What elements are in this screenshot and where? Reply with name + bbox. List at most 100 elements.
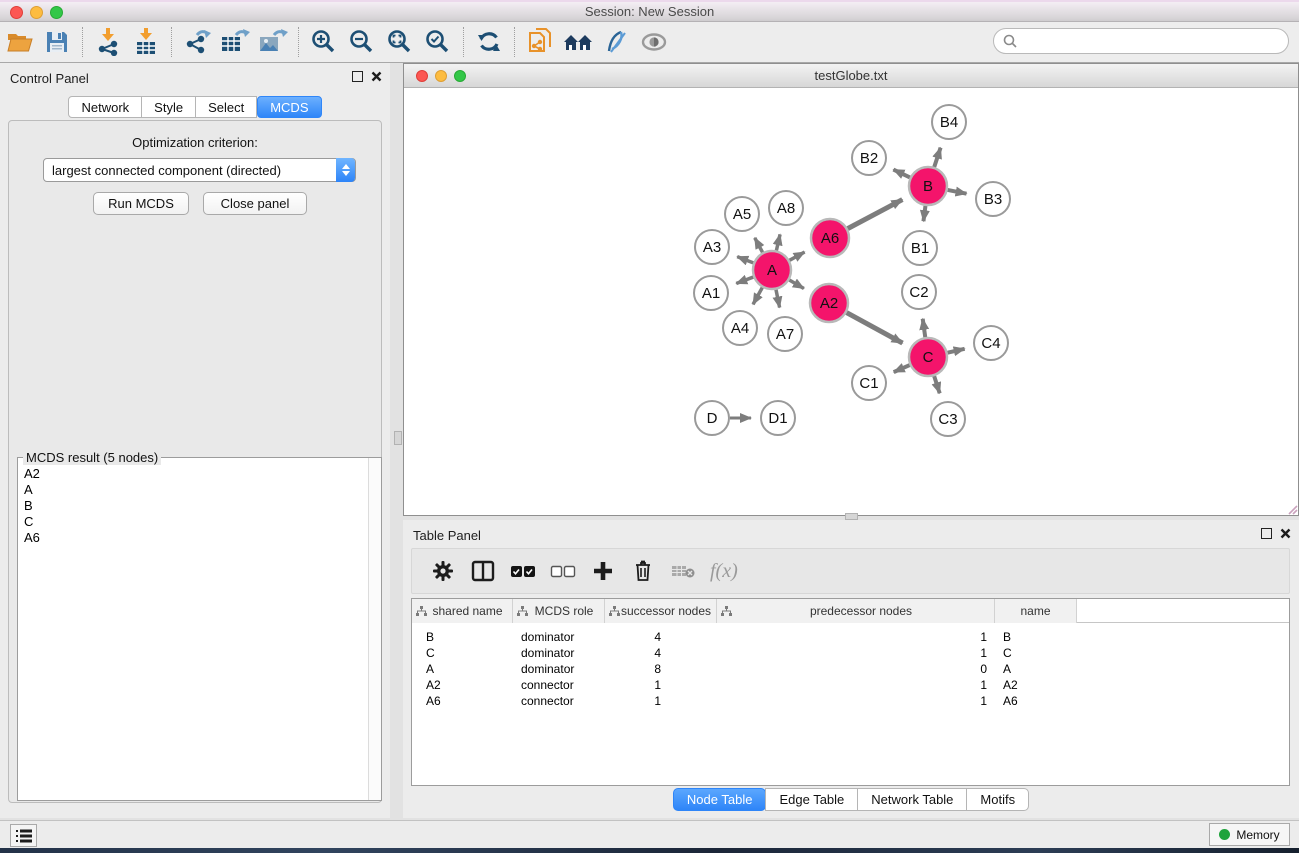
cell-name[interactable]: C [995, 645, 1077, 661]
import-table-icon[interactable] [127, 25, 165, 59]
node-C4[interactable]: C4 [974, 326, 1008, 360]
edge-C-C3[interactable] [934, 376, 940, 393]
copy-network-icon[interactable] [521, 25, 559, 59]
node-C1[interactable]: C1 [852, 366, 886, 400]
export-image-icon[interactable] [254, 25, 292, 59]
cell-mcds-role[interactable]: connector [513, 677, 605, 693]
cell-successor-nodes[interactable]: 4 [605, 645, 717, 661]
cell-shared-name[interactable]: A6 [412, 693, 513, 709]
column-visibility-icon[interactable] [470, 560, 496, 582]
column-header-successor-nodes[interactable]: successor nodes [605, 599, 717, 623]
float-panel-icon[interactable] [352, 71, 363, 82]
cell-name[interactable]: A2 [995, 677, 1077, 693]
result-item-a[interactable]: A [24, 482, 362, 498]
node-A8[interactable]: A8 [769, 191, 803, 225]
close-panel-button[interactable]: Close panel [203, 192, 307, 215]
node-table[interactable]: shared nameMCDS rolesuccessor nodesprede… [411, 598, 1290, 786]
cell-mcds-role[interactable]: connector [513, 693, 605, 709]
node-C3[interactable]: C3 [931, 402, 965, 436]
result-item-b[interactable]: B [24, 498, 362, 514]
left-split-handle[interactable] [394, 431, 402, 445]
edge-A-A4[interactable] [753, 288, 762, 305]
tab-edge-table[interactable]: Edge Table [765, 788, 858, 811]
edge-A-A5[interactable] [755, 238, 763, 253]
node-C2[interactable]: C2 [902, 275, 936, 309]
cell-shared-name[interactable]: A [412, 661, 513, 677]
table-row[interactable]: A2connector11A2 [412, 677, 1289, 693]
column-header-mcds-role[interactable]: MCDS role [513, 599, 605, 623]
network-graph[interactable]: B4B2BB3A8A5A6A3B1AC2A1A2A4A7C4CC1DD1C3 [404, 88, 1298, 515]
open-file-icon[interactable] [0, 25, 38, 59]
result-item-a2[interactable]: A2 [24, 466, 362, 482]
node-B[interactable]: B [909, 167, 947, 205]
column-header-name[interactable]: name [995, 599, 1077, 623]
network-maximize-button[interactable] [454, 70, 466, 82]
edge-B-B3[interactable] [948, 190, 967, 194]
run-mcds-button[interactable]: Run MCDS [93, 192, 189, 215]
cell-name[interactable]: B [995, 629, 1077, 645]
close-window-button[interactable] [10, 6, 23, 19]
cell-name[interactable]: A [995, 661, 1077, 677]
cell-mcds-role[interactable]: dominator [513, 661, 605, 677]
deselect-checks-icon[interactable] [550, 565, 576, 578]
network-window-titlebar[interactable]: testGlobe.txt [404, 64, 1298, 88]
cell-successor-nodes[interactable]: 1 [605, 693, 717, 709]
export-network-icon[interactable] [178, 25, 216, 59]
node-A6[interactable]: A6 [811, 219, 849, 257]
zoom-out-icon[interactable] [343, 25, 381, 59]
export-table-icon[interactable] [216, 25, 254, 59]
network-close-button[interactable] [416, 70, 428, 82]
tab-network[interactable]: Network [68, 96, 142, 118]
table-close-panel-icon[interactable] [1280, 528, 1291, 539]
maximize-window-button[interactable] [50, 6, 63, 19]
node-B2[interactable]: B2 [852, 141, 886, 175]
select-all-checks-icon[interactable] [510, 565, 536, 578]
minimize-window-button[interactable] [30, 6, 43, 19]
node-B1[interactable]: B1 [903, 231, 937, 265]
import-network-icon[interactable] [89, 25, 127, 59]
column-header-predecessor-nodes[interactable]: predecessor nodes [717, 599, 995, 623]
edge-B-B1[interactable] [923, 206, 925, 221]
cell-predecessor-nodes[interactable]: 1 [717, 645, 995, 661]
delete-column-icon[interactable] [630, 560, 656, 582]
tab-motifs[interactable]: Motifs [966, 788, 1029, 811]
first-neighbors-icon[interactable] [559, 25, 597, 59]
tab-style[interactable]: Style [141, 96, 196, 118]
bottom-split-handle[interactable] [845, 513, 858, 520]
table-row[interactable]: Bdominator41B [412, 629, 1289, 645]
edge-C-C2[interactable] [923, 319, 926, 337]
edge-A-A7[interactable] [776, 290, 780, 308]
task-history-button[interactable] [10, 824, 37, 847]
cell-name[interactable]: A6 [995, 693, 1077, 709]
visibility-icon[interactable] [635, 25, 673, 59]
table-row[interactable]: A6connector11A6 [412, 693, 1289, 709]
column-header-shared-name[interactable]: shared name [412, 599, 513, 623]
edge-A-A3[interactable] [737, 257, 753, 263]
result-item-a6[interactable]: A6 [24, 530, 362, 546]
edge-A-A6[interactable] [790, 252, 805, 260]
cell-mcds-role[interactable]: dominator [513, 629, 605, 645]
criterion-select[interactable]: largest connected component (directed) [43, 158, 356, 182]
table-row[interactable]: Adominator80A [412, 661, 1289, 677]
node-C[interactable]: C [909, 338, 947, 376]
cell-predecessor-nodes[interactable]: 1 [717, 677, 995, 693]
tab-network-table[interactable]: Network Table [857, 788, 967, 811]
annotations-icon[interactable] [597, 25, 635, 59]
delete-table-icon[interactable] [670, 563, 696, 579]
tab-select[interactable]: Select [195, 96, 257, 118]
cell-predecessor-nodes[interactable]: 1 [717, 629, 995, 645]
node-A1[interactable]: A1 [694, 276, 728, 310]
node-A3[interactable]: A3 [695, 230, 729, 264]
table-float-panel-icon[interactable] [1261, 528, 1272, 539]
edge-C-C1[interactable] [894, 365, 910, 372]
tab-node-table[interactable]: Node Table [673, 788, 767, 811]
save-session-icon[interactable] [38, 25, 76, 59]
node-D1[interactable]: D1 [761, 401, 795, 435]
zoom-selected-icon[interactable] [419, 25, 457, 59]
node-A5[interactable]: A5 [725, 197, 759, 231]
result-scrollbar[interactable] [368, 458, 381, 800]
edge-A-A1[interactable] [736, 277, 753, 283]
edge-A6-B[interactable] [848, 200, 903, 229]
network-canvas[interactable]: B4B2BB3A8A5A6A3B1AC2A1A2A4A7C4CC1DD1C3 [404, 88, 1298, 515]
edge-A-A8[interactable] [776, 234, 780, 250]
